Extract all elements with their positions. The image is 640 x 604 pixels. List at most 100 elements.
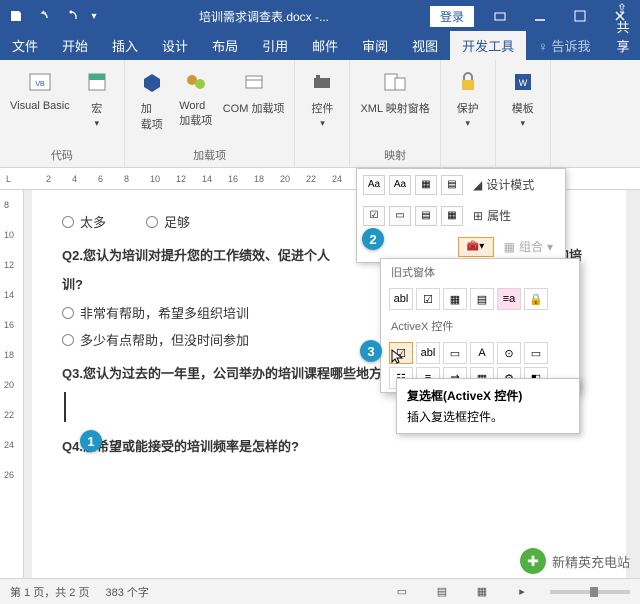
option-label: 太多 xyxy=(80,212,106,231)
controls-gallery-pane: Aa Aa ▦ ▤ ◢ 设计模式 ☑ ▭ ▤ ▦ ⊞ 属性 🧰▾ ▦ 组合 ▾ xyxy=(356,168,566,263)
svg-text:W: W xyxy=(518,78,527,88)
activex-header: ActiveX 控件 xyxy=(381,313,579,339)
legacy-tools-dropdown-menu: 旧式窗体 abl ☑ ▦ ▤ ≡a 🔒 ActiveX 控件 ☑ abl ▭ A… xyxy=(380,258,580,393)
word-addins-label: Word 加载项 xyxy=(179,100,212,128)
combobox-control-icon[interactable]: ▭ xyxy=(389,206,411,226)
macro-record-icon[interactable]: ▸ xyxy=(510,582,534,602)
word-addins-button[interactable]: Word 加载项 xyxy=(175,64,217,130)
design-mode-button[interactable]: ◢ 设计模式 xyxy=(467,173,540,196)
building-block-icon[interactable]: ▤ xyxy=(441,175,463,195)
titlebar: ▾ 培训需求调查表.docx -... 登录 xyxy=(0,0,640,32)
callout-2: 2 xyxy=(362,228,384,250)
group-addins-label: 加载项 xyxy=(193,145,226,165)
datepicker-control-icon[interactable]: ▦ xyxy=(441,206,463,226)
legacy-reset-icon[interactable]: 🔒 xyxy=(524,288,548,310)
tab-home[interactable]: 开始 xyxy=(50,31,100,60)
maximize-icon[interactable] xyxy=(560,0,600,32)
tab-insert[interactable]: 插入 xyxy=(100,31,150,60)
option-label: 足够 xyxy=(164,212,190,231)
watermark-text: 新精英充电站 xyxy=(552,552,630,571)
read-mode-icon[interactable]: ▭ xyxy=(390,582,414,602)
richtext-control-icon[interactable]: Aa xyxy=(363,175,385,195)
legacy-textfield-icon[interactable]: abl xyxy=(389,288,413,310)
status-bar: 第 1 页，共 2 页 383 个字 ▭ ▤ ▦ ▸ xyxy=(0,578,640,604)
web-layout-icon[interactable]: ▦ xyxy=(470,582,494,602)
qat-more-icon[interactable]: ▾ xyxy=(86,2,102,30)
tooltip-title: 复选框(ActiveX 控件) xyxy=(407,387,569,404)
radio-icon xyxy=(62,307,74,319)
zoom-slider[interactable] xyxy=(550,590,630,594)
radio-option[interactable]: 足够 xyxy=(146,212,190,231)
tab-file[interactable]: 文件 xyxy=(0,31,50,60)
vb-label: Visual Basic xyxy=(10,100,70,112)
controls-button[interactable]: 控件▾ xyxy=(301,64,343,131)
macros-label: 宏 xyxy=(91,100,102,116)
legacy-dropdown-icon[interactable]: ▦ xyxy=(443,288,467,310)
group-button: ▦ 组合 ▾ xyxy=(498,235,559,258)
activex-image-icon[interactable]: ▭ xyxy=(524,342,548,364)
login-button[interactable]: 登录 xyxy=(430,6,474,27)
radio-icon xyxy=(146,216,158,228)
protect-label: 保护 xyxy=(457,100,479,116)
tab-tellme[interactable]: ♀ 告诉我 xyxy=(526,31,602,60)
checkbox-control-icon[interactable]: ☑ xyxy=(363,206,385,226)
option-label: 多少有点帮助，但没时间参加 xyxy=(80,330,249,349)
radio-option[interactable]: 多少有点帮助，但没时间参加 xyxy=(62,330,249,349)
page-status[interactable]: 第 1 页，共 2 页 xyxy=(10,584,89,600)
watermark: ✚ 新精英充电站 xyxy=(520,548,630,574)
controls-label: 控件 xyxy=(311,100,333,116)
legacy-checkbox-icon[interactable]: ☑ xyxy=(416,288,440,310)
legacy-frame-icon[interactable]: ▤ xyxy=(470,288,494,310)
tab-design[interactable]: 设计 xyxy=(150,31,200,60)
visual-basic-button[interactable]: VBVisual Basic xyxy=(6,64,74,114)
activex-textbox-icon[interactable]: abl xyxy=(416,342,440,364)
tab-layout[interactable]: 布局 xyxy=(200,31,250,60)
undo-icon[interactable] xyxy=(30,2,58,30)
protect-button[interactable]: 保护▾ xyxy=(447,64,489,131)
radio-icon xyxy=(62,216,74,228)
tab-view[interactable]: 视图 xyxy=(400,31,450,60)
properties-label: 属性 xyxy=(487,207,511,224)
tab-developer[interactable]: 开发工具 xyxy=(450,31,526,60)
ribbon-group-addins: 加 载项 Word 加载项 COM 加载项 加载项 xyxy=(125,60,296,167)
picture-control-icon[interactable]: ▦ xyxy=(415,175,437,195)
com-addins-label: COM 加载项 xyxy=(223,100,285,116)
callout-1: 1 xyxy=(80,430,102,452)
question-4: Q4.您希望或能接受的培训频率是怎样的? xyxy=(62,436,596,455)
activex-option-icon[interactable]: ⊙ xyxy=(497,342,521,364)
xml-mapping-button[interactable]: XML 映射窗格 xyxy=(356,64,433,118)
legacy-tools-dropdown[interactable]: 🧰▾ xyxy=(458,237,494,257)
print-layout-icon[interactable]: ▤ xyxy=(430,582,454,602)
radio-option[interactable]: 太多 xyxy=(62,212,106,231)
macros-button[interactable]: 宏▾ xyxy=(76,64,118,131)
redo-icon[interactable] xyxy=(58,2,86,30)
plaintext-control-icon[interactable]: Aa xyxy=(389,175,411,195)
vertical-ruler[interactable]: 8 10 12 14 16 18 20 22 24 26 xyxy=(0,190,24,578)
cursor-icon xyxy=(390,348,406,364)
ribbon-group-code: VBVisual Basic 宏▾ 代码 xyxy=(0,60,125,167)
addins-button[interactable]: 加 载项 xyxy=(131,64,173,134)
tab-references[interactable]: 引用 xyxy=(250,31,300,60)
design-mode-label: 设计模式 xyxy=(486,176,534,193)
templates-button[interactable]: W模板▾ xyxy=(502,64,544,131)
activex-label-icon[interactable]: A xyxy=(470,342,494,364)
tab-mail[interactable]: 邮件 xyxy=(300,31,350,60)
minimize-icon[interactable] xyxy=(520,0,560,32)
tooltip-desc: 插入复选框控件。 xyxy=(407,408,569,425)
window-title: 培训需求调查表.docx -... xyxy=(104,8,424,25)
group-mapping-label: 映射 xyxy=(384,145,406,165)
properties-button[interactable]: ⊞ 属性 xyxy=(467,204,517,227)
com-addins-button[interactable]: COM 加载项 xyxy=(219,64,289,118)
ribbon-display-icon[interactable] xyxy=(480,0,520,32)
addins-label: 加 载项 xyxy=(141,100,163,132)
word-count[interactable]: 383 个字 xyxy=(105,584,148,600)
dropdown-control-icon[interactable]: ▤ xyxy=(415,206,437,226)
save-icon[interactable] xyxy=(2,2,30,30)
radio-option[interactable]: 非常有帮助，希望多组织培训 xyxy=(62,303,249,322)
share-button[interactable]: ⇪ 共享 xyxy=(603,0,640,60)
group-label: 组合 xyxy=(519,238,543,255)
legacy-shading-icon[interactable]: ≡a xyxy=(497,288,521,310)
activex-button-icon[interactable]: ▭ xyxy=(443,342,467,364)
tab-review[interactable]: 审阅 xyxy=(350,31,400,60)
option-label: 非常有帮助，希望多组织培训 xyxy=(80,303,249,322)
